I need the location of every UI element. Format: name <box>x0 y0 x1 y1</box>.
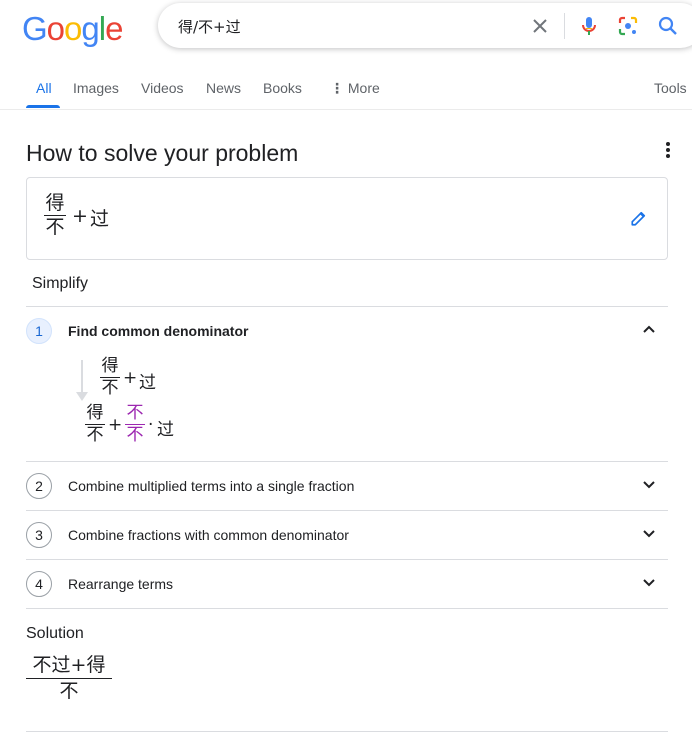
chevron-down-icon[interactable] <box>642 478 656 492</box>
clear-icon[interactable] <box>528 14 552 38</box>
step-to-multiplier-fraction: 不 不 <box>125 405 145 444</box>
tab-books[interactable]: Books <box>263 80 302 96</box>
search-input[interactable]: 得/不+过 <box>178 16 241 37</box>
step-arrow-head <box>76 392 88 401</box>
solution-numerator: 不过+得 <box>32 654 106 676</box>
step-title[interactable]: Combine multiplied terms into a single f… <box>68 478 354 494</box>
step-to-multiplier-denominator: 不 <box>126 425 144 446</box>
step-arrow <box>81 360 83 392</box>
step-to-numerator: 得 <box>86 403 104 423</box>
step-to-plus: + <box>108 415 123 435</box>
mic-icon[interactable] <box>577 14 601 38</box>
input-fraction: 得 不 <box>44 194 66 237</box>
tab-news[interactable]: News <box>206 80 241 96</box>
divider <box>26 461 668 462</box>
chevron-down-icon[interactable] <box>642 527 656 541</box>
divider <box>26 510 668 511</box>
step-title[interactable]: Combine fractions with common denominato… <box>68 527 349 543</box>
input-term: 过 <box>90 208 110 230</box>
input-denominator: 不 <box>45 216 65 239</box>
solution-fraction: 不过+得 不 <box>26 656 112 701</box>
tab-all[interactable]: All <box>36 80 52 96</box>
google-logo[interactable]: Google <box>22 10 123 48</box>
search-box[interactable]: 得/不+过 <box>158 3 692 48</box>
step-to-dot: · <box>148 415 154 435</box>
edit-pencil-icon[interactable] <box>630 209 648 227</box>
input-numerator: 得 <box>45 192 65 214</box>
step-from-numerator: 得 <box>101 356 119 376</box>
step-number: 3 <box>26 522 52 548</box>
tab-videos[interactable]: Videos <box>141 80 184 96</box>
more-vert-icon: ⋮ <box>330 80 344 96</box>
solution-label: Solution <box>26 625 84 642</box>
step-to-term: 过 <box>157 420 174 440</box>
step-from-plus: + <box>123 368 138 388</box>
chevron-up-icon[interactable] <box>642 322 656 336</box>
more-options-icon[interactable] <box>660 140 676 160</box>
input-plus: + <box>72 205 88 227</box>
search-separator <box>564 13 565 39</box>
tools-button[interactable]: Tools <box>654 80 687 96</box>
active-tab-indicator <box>26 105 60 108</box>
divider <box>26 608 668 609</box>
operation-label: Simplify <box>32 275 89 292</box>
step-number: 2 <box>26 473 52 499</box>
step-from-term: 过 <box>139 373 156 393</box>
logo-letter: e <box>105 10 123 47</box>
tab-more-label: More <box>347 80 380 96</box>
lens-icon[interactable] <box>616 14 640 38</box>
math-input-box[interactable] <box>26 177 668 260</box>
card-title: How to solve your problem <box>26 140 299 166</box>
step-to-fraction: 得 不 <box>85 405 105 444</box>
search-tabs: All Images Videos News Books ⋮ More Tool… <box>0 68 692 110</box>
divider <box>26 731 668 732</box>
divider <box>26 559 668 560</box>
chevron-down-icon[interactable] <box>642 576 656 590</box>
logo-letter: g <box>81 10 99 47</box>
tab-more[interactable]: ⋮ More <box>330 80 380 97</box>
tab-images[interactable]: Images <box>73 80 119 96</box>
solution-denominator: 不 <box>59 680 79 703</box>
step-to-denominator: 不 <box>86 425 104 446</box>
step-number: 1 <box>26 318 52 344</box>
step-title[interactable]: Find common denominator <box>68 323 248 339</box>
step-number: 4 <box>26 571 52 597</box>
logo-letter: o <box>64 10 82 47</box>
step-title[interactable]: Rearrange terms <box>68 576 173 592</box>
divider <box>26 306 668 307</box>
step-from-denominator: 不 <box>101 378 119 399</box>
search-icon[interactable] <box>656 14 680 38</box>
step-to-multiplier-numerator: 不 <box>126 403 144 423</box>
logo-letter: G <box>22 10 48 47</box>
logo-letter: o <box>46 10 65 47</box>
step-from-fraction: 得 不 <box>100 358 120 397</box>
